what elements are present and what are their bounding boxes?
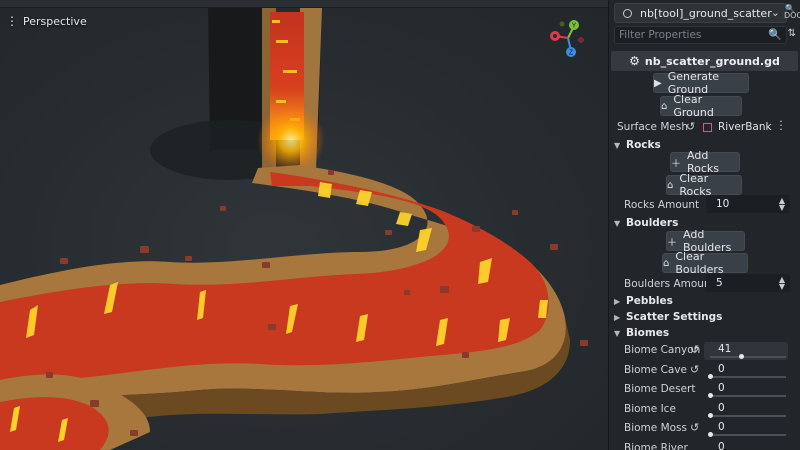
surface-mesh-label: Surface Mesh	[617, 121, 688, 133]
chevron-down-icon: ▼	[614, 140, 621, 150]
viewport-toolbar	[0, 0, 608, 8]
clear-boulders-button[interactable]: ⌂ Clear Boulders	[662, 250, 748, 276]
rocks-section-label: Rocks	[626, 139, 661, 151]
clear-ground-button[interactable]: ⌂ Clear Ground	[660, 93, 742, 119]
boulders-amount-value: 5	[716, 277, 723, 289]
chevron-down-icon: ▼	[614, 218, 621, 228]
kebab-icon[interactable]: ⋮	[6, 14, 18, 28]
biome-value: 0	[718, 402, 725, 414]
revert-icon[interactable]: ↺	[690, 421, 699, 434]
chevron-right-icon: ▶	[614, 296, 621, 306]
rocks-amount-label: Rocks Amount	[624, 199, 700, 211]
scene-render	[0, 0, 588, 450]
slider-track[interactable]	[710, 395, 786, 397]
clear-ground-label: Clear Ground	[673, 93, 714, 119]
pebbles-section-label: Pebbles	[626, 295, 673, 307]
chevron-down-icon: ⌄	[770, 6, 780, 19]
search-icon: 🔍	[768, 28, 782, 41]
node-name: nb[tool]_ground_scatter	[640, 6, 772, 20]
slider-track[interactable]	[710, 356, 786, 358]
rocks-section[interactable]: ▼ Rocks	[614, 139, 661, 151]
revert-icon[interactable]: ↺	[686, 120, 695, 133]
biome-value: 0	[718, 441, 725, 450]
revert-icon[interactable]: ↺	[690, 343, 699, 356]
slider-track[interactable]	[710, 434, 786, 436]
biome-label: Biome River	[624, 442, 688, 450]
chevron-right-icon: ▶	[614, 312, 621, 322]
biomes-section-label: Biomes	[626, 327, 670, 339]
boulders-section-label: Boulders	[626, 217, 679, 229]
slider-knob[interactable]	[708, 374, 713, 379]
biome-label: Biome Desert	[624, 383, 696, 395]
add-boulders-button[interactable]: ＋ Add Boulders	[666, 228, 745, 254]
node-selector[interactable]: nb[tool]_ground_scatter ⌄	[614, 3, 787, 23]
broom-icon: ⌂	[667, 179, 674, 191]
filter-properties-input[interactable]	[615, 27, 765, 43]
biome-value: 41	[718, 343, 732, 355]
svg-text:Y: Y	[572, 23, 577, 30]
perspective-label[interactable]: Perspective	[23, 15, 87, 28]
slider-knob[interactable]	[708, 432, 713, 437]
spin-arrows-icon[interactable]: ▲ ▼	[779, 197, 785, 212]
scatter-settings-label: Scatter Settings	[626, 311, 723, 323]
biome-value: 0	[718, 363, 725, 375]
pebbles-section[interactable]: ▶ Pebbles	[614, 295, 673, 307]
slider-knob[interactable]	[708, 413, 713, 418]
biome-label: Biome Canyon	[624, 344, 701, 356]
surface-mesh-field[interactable]: RiverBank	[703, 118, 773, 136]
script-name: nb_scatter_ground.gd	[644, 54, 780, 68]
biome-value: 0	[718, 382, 725, 394]
clear-rocks-button[interactable]: ⌂ Clear Rocks	[666, 172, 742, 198]
3d-viewport[interactable]: ⋮ Perspective Y Z	[0, 0, 608, 450]
rocks-amount-field[interactable]: 10 ▲ ▼	[706, 195, 790, 213]
revert-icon[interactable]: ↺	[690, 363, 699, 376]
clear-boulders-label: Clear Boulders	[675, 250, 724, 276]
node-icon	[623, 8, 632, 18]
add-rocks-button[interactable]: ＋ Add Rocks	[670, 149, 740, 175]
docs-icon[interactable]: 🔍 DOC	[784, 5, 800, 23]
plus-icon: ＋	[671, 158, 681, 170]
biome-label: Biome Cave	[624, 364, 688, 376]
biome-slider[interactable]: 0	[706, 382, 786, 398]
biomes-section[interactable]: ▼ Biomes	[614, 327, 669, 339]
script-header[interactable]: ⚙ nb_scatter_ground.gd	[611, 51, 798, 71]
biome-value: 0	[718, 421, 725, 433]
biome-label: Biome Moss	[624, 422, 687, 434]
surface-mesh-menu-icon[interactable]: · · ·	[778, 116, 784, 135]
biome-slider[interactable]: 0	[706, 363, 786, 379]
chevron-down-icon: ▼	[614, 328, 621, 338]
sort-icon[interactable]: ⇅	[788, 28, 796, 39]
spin-arrows-icon[interactable]: ▲ ▼	[779, 276, 785, 291]
slider-knob[interactable]	[708, 393, 713, 398]
scatter-settings-section[interactable]: ▶ Scatter Settings	[614, 311, 722, 323]
generate-ground-button[interactable]: ▶ Generate Ground	[653, 70, 749, 96]
biome-slider[interactable]: 41	[706, 343, 786, 359]
boulders-amount-field[interactable]: 5 ▲ ▼	[706, 274, 790, 292]
mesh-icon	[703, 122, 712, 132]
broom-icon: ⌂	[661, 100, 668, 112]
orientation-gizmo[interactable]: Y Z	[548, 18, 588, 58]
rocks-amount-value: 10	[716, 198, 730, 210]
biome-label: Biome Ice	[624, 403, 676, 415]
viewport-view-menu[interactable]: ⋮ Perspective	[6, 14, 87, 28]
filter-properties[interactable]: 🔍	[614, 26, 787, 44]
biome-slider[interactable]: 0	[706, 402, 786, 418]
biome-slider[interactable]: 0	[706, 441, 786, 450]
plus-icon: ＋	[667, 237, 677, 249]
boulders-section[interactable]: ▼ Boulders	[614, 217, 678, 229]
surface-mesh-value: RiverBank	[718, 121, 772, 133]
boulders-amount-label: Boulders Amount	[624, 278, 715, 290]
biome-slider[interactable]: 0	[706, 421, 786, 437]
slider-track[interactable]	[710, 376, 786, 378]
slider-track[interactable]	[710, 415, 786, 417]
gear-icon: ⚙	[629, 54, 640, 68]
svg-text:Z: Z	[569, 50, 574, 57]
play-icon: ▶	[654, 77, 662, 89]
broom-icon: ⌂	[663, 257, 670, 269]
